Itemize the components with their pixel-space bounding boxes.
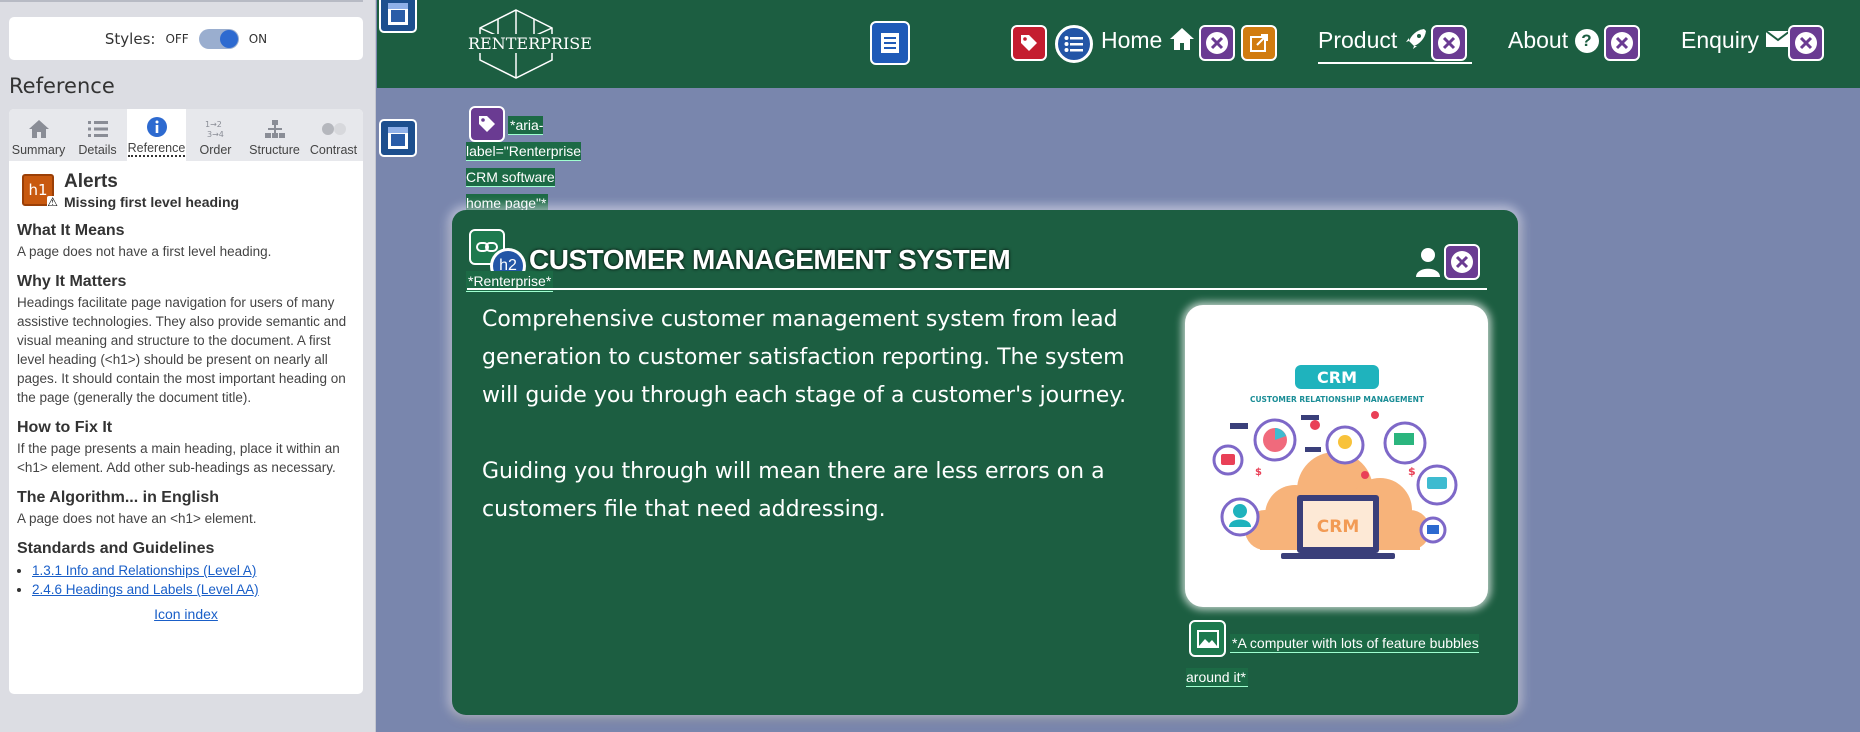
icon-index-link[interactable]: Icon index bbox=[154, 606, 218, 622]
home-icon bbox=[1169, 28, 1194, 50]
title-divider bbox=[467, 288, 1487, 290]
nav-home-label: Home bbox=[1101, 27, 1163, 53]
aria-label-annotation: *aria-label="Renterprise CRM software ho… bbox=[466, 116, 582, 213]
active-nav-underline bbox=[1318, 62, 1472, 64]
warning-icon: ⚠ bbox=[47, 195, 58, 209]
tab-label: Reference bbox=[127, 141, 186, 157]
tab-structure[interactable]: Structure bbox=[245, 109, 304, 161]
nav-product-label: Product bbox=[1318, 27, 1398, 53]
structure-document-icon[interactable] bbox=[870, 21, 910, 65]
card-paragraph: Comprehensive customer management system… bbox=[482, 307, 1127, 408]
crm-subtitle: CUSTOMER RELATIONSHIP MANAGEMENT bbox=[1250, 395, 1425, 404]
redundant-link-icon[interactable] bbox=[1241, 25, 1277, 61]
user-icon bbox=[1416, 248, 1440, 277]
reference-card: Summary Details Reference 1→23→4 Order bbox=[9, 109, 363, 694]
svg-text:3→4: 3→4 bbox=[207, 130, 224, 139]
section-heading: What It Means bbox=[17, 222, 125, 239]
alt-text-annotation: *A computer with lots of feature bubbles… bbox=[1186, 634, 1479, 687]
nav-about-label: About bbox=[1508, 27, 1569, 53]
nav-enquiry[interactable]: Enquiry bbox=[1681, 27, 1791, 54]
panel-tabs: Summary Details Reference 1→23→4 Order bbox=[9, 109, 363, 161]
list-item: 1.3.1 Info and Relationships (Level A) bbox=[32, 561, 355, 580]
tab-details[interactable]: Details bbox=[68, 109, 127, 161]
alert-subtitle: Missing first level heading bbox=[64, 194, 240, 210]
section-text: A page does not have a first level headi… bbox=[17, 244, 272, 259]
error-tag-icon[interactable] bbox=[1011, 25, 1047, 61]
divider bbox=[0, 0, 363, 2]
order-icon: 1→2 3→4 bbox=[204, 117, 228, 141]
contrast-alert-icon[interactable] bbox=[1199, 25, 1235, 61]
section-heading: The Algorithm... in English bbox=[17, 489, 220, 506]
card-title: CUSTOMER MANAGEMENT SYSTEM bbox=[529, 244, 1011, 275]
section-text: Headings facilitate page navigation for … bbox=[17, 295, 347, 405]
nav-product[interactable]: Product bbox=[1318, 27, 1428, 54]
standard-link[interactable]: 2.4.6 Headings and Labels (Level AA) bbox=[32, 582, 259, 597]
tab-label: Structure bbox=[249, 143, 300, 157]
tab-label: Order bbox=[199, 143, 232, 157]
contrast-alert-icon[interactable] bbox=[1604, 25, 1640, 61]
icon-index: Icon index bbox=[17, 606, 355, 622]
crm-screen-text: CRM bbox=[1317, 517, 1359, 537]
alert-header: h1 ⚠ Alerts Missing first level heading bbox=[22, 171, 355, 210]
contrast-alert-icon[interactable] bbox=[1431, 25, 1467, 61]
tab-contrast[interactable]: Contrast bbox=[304, 109, 363, 161]
styles-label: Styles: bbox=[104, 29, 156, 48]
tab-label: Contrast bbox=[309, 143, 358, 157]
styles-on-label: ON bbox=[248, 31, 268, 46]
section-heading: Why It Matters bbox=[17, 273, 127, 290]
standards-list: 1.3.1 Info and Relationships (Level A) 2… bbox=[32, 561, 355, 599]
tab-label: Details bbox=[78, 143, 117, 157]
svg-text:$: $ bbox=[1255, 467, 1262, 478]
styles-toggle[interactable] bbox=[198, 28, 239, 49]
section-text: If the page presents a main heading, pla… bbox=[17, 441, 340, 475]
panel-heading: Reference bbox=[9, 74, 115, 98]
wave-sidebar: Styles: OFF ON Reference Summary Details bbox=[0, 0, 376, 732]
tab-summary[interactable]: Summary bbox=[9, 109, 68, 161]
document-icon[interactable] bbox=[379, 0, 417, 33]
logo-text: RENTERPRISE bbox=[468, 34, 592, 53]
home-icon bbox=[28, 117, 50, 141]
document-icon[interactable] bbox=[379, 119, 417, 157]
section-heading: How to Fix It bbox=[17, 419, 113, 436]
tab-reference[interactable]: Reference bbox=[127, 109, 186, 161]
question-icon: ? bbox=[1574, 29, 1599, 53]
section-text: A page does not have an <h1> element. bbox=[17, 511, 257, 526]
info-icon bbox=[146, 115, 168, 139]
crm-illustration: CRM CUSTOMER RELATIONSHIP MANAGEMENT CRM… bbox=[1185, 305, 1488, 607]
nav-home[interactable]: Home bbox=[1101, 27, 1195, 54]
crm-title: CRM bbox=[1317, 368, 1357, 387]
missing-h1-alert-icon: h1 ⚠ bbox=[22, 174, 58, 209]
tab-label: Summary bbox=[11, 143, 66, 157]
contrast-alert-icon[interactable] bbox=[1788, 25, 1824, 61]
list-item: 2.4.6 Headings and Labels (Level AA) bbox=[32, 580, 355, 599]
structure-icon bbox=[264, 117, 286, 141]
styles-toggle-card: Styles: OFF ON bbox=[9, 17, 363, 60]
card-paragraph: Guiding you through will mean there are … bbox=[482, 459, 1105, 522]
svg-text:1→2: 1→2 bbox=[205, 120, 222, 129]
list-icon bbox=[87, 117, 109, 141]
svg-text:$: $ bbox=[1408, 465, 1416, 478]
card-body: Comprehensive customer management system… bbox=[482, 301, 1142, 529]
standards-heading: Standards and Guidelines bbox=[17, 540, 215, 557]
standard-link[interactable]: 1.3.1 Info and Relationships (Level A) bbox=[32, 563, 256, 578]
nav-enquiry-label: Enquiry bbox=[1681, 27, 1759, 53]
list-icon[interactable] bbox=[1055, 25, 1093, 63]
styles-off-label: OFF bbox=[165, 31, 189, 46]
contrast-icon bbox=[321, 117, 347, 141]
alert-title: Alerts bbox=[64, 171, 118, 192]
contrast-alert-icon[interactable] bbox=[1444, 244, 1480, 280]
rocket-icon bbox=[1405, 29, 1426, 49]
tab-order[interactable]: 1→2 3→4 Order bbox=[186, 109, 245, 161]
nav-about[interactable]: About ? bbox=[1508, 27, 1599, 54]
reference-body: h1 ⚠ Alerts Missing first level heading … bbox=[9, 161, 363, 622]
